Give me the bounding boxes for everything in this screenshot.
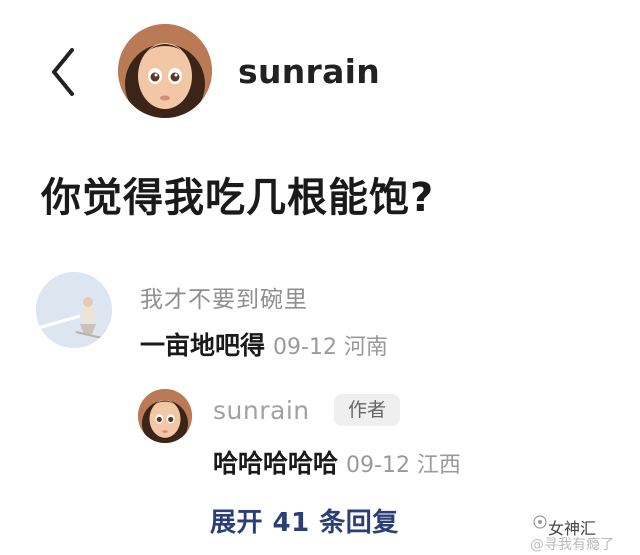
reply-row[interactable]: 哈哈哈哈哈 09-12 江西 [213, 444, 461, 480]
avatar[interactable] [118, 24, 212, 118]
reply-username[interactable]: sunrain [213, 396, 310, 425]
comment-row[interactable]: 一亩地吧得 09-12 河南 [140, 326, 388, 362]
author-badge: 作者 [334, 394, 400, 426]
watermark-handle: @寻我有瘾了 [530, 537, 614, 553]
comment-text: 一亩地吧得 [140, 331, 266, 360]
author-avatar[interactable] [138, 389, 192, 443]
header-username[interactable]: sunrain [238, 52, 380, 91]
comment-meta: 09-12 河南 [273, 335, 388, 360]
post-title: 你觉得我吃几根能饱? [41, 175, 435, 221]
reply-meta: 09-12 江西 [346, 453, 461, 478]
watermark-icon [533, 514, 547, 533]
expand-replies-button[interactable]: 展开 41 条回复 [210, 502, 399, 539]
comment-quote: 我才不要到碗里 [140, 287, 308, 313]
commenter-avatar[interactable] [36, 272, 112, 348]
back-icon[interactable] [46, 44, 80, 100]
reply-text: 哈哈哈哈哈 [213, 449, 339, 478]
